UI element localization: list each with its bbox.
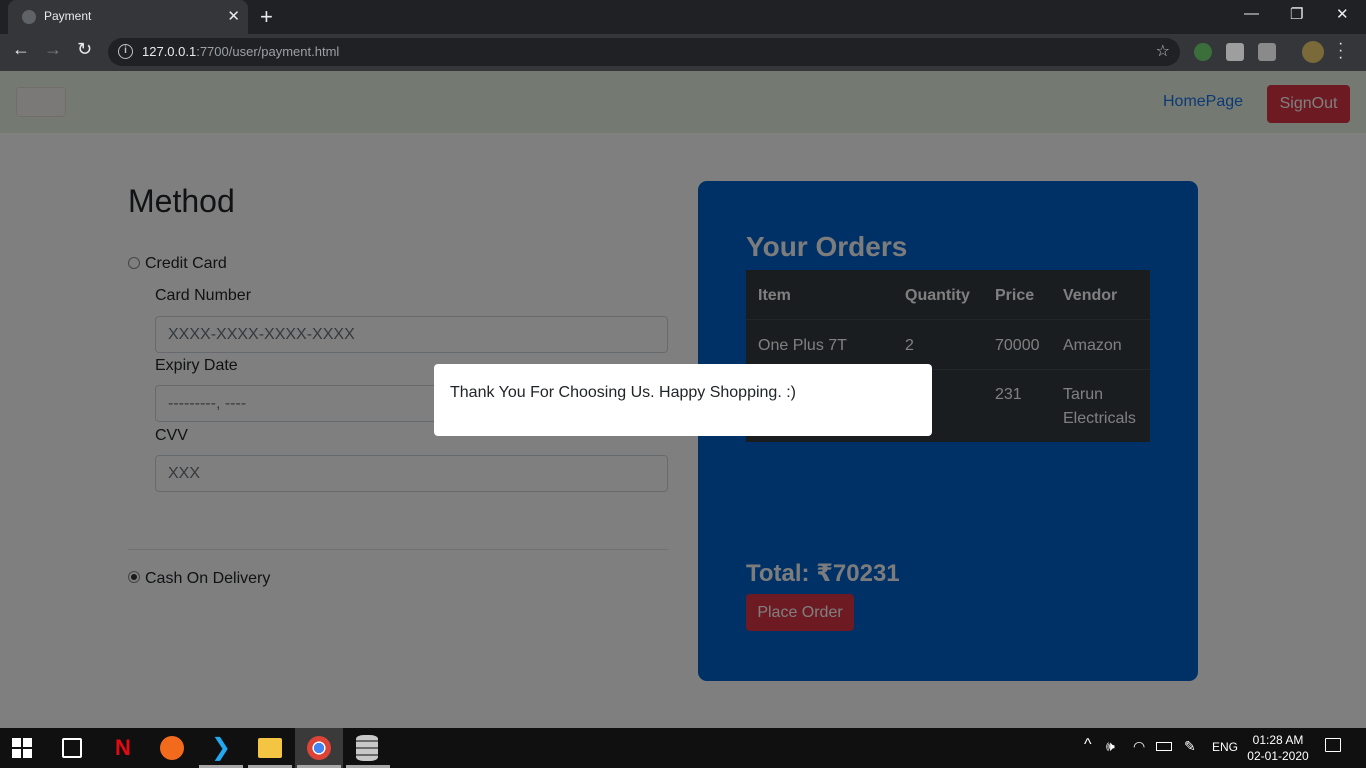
- tab-close-icon[interactable]: ✕: [227, 7, 240, 25]
- system-clock[interactable]: 01:28 AM 02-01-2020: [1244, 732, 1312, 764]
- back-icon[interactable]: ←: [12, 39, 30, 60]
- file-explorer-icon[interactable]: [258, 738, 282, 758]
- clock-date: 02-01-2020: [1247, 749, 1309, 763]
- database-icon[interactable]: [356, 735, 378, 761]
- menu-icon[interactable]: · · ·: [1338, 36, 1343, 66]
- vscode-icon[interactable]: ❯: [208, 735, 234, 761]
- pen-icon[interactable]: ✎: [1184, 738, 1196, 755]
- chrome-icon[interactable]: [307, 736, 331, 760]
- extension-icon[interactable]: [1226, 43, 1244, 61]
- nodejs-extension-icon[interactable]: [1194, 43, 1212, 61]
- task-view-icon[interactable]: [62, 738, 82, 758]
- page-content: HomePage SignOut Method Credit Card Card…: [0, 71, 1366, 728]
- tab-title: Payment: [44, 9, 92, 23]
- forward-icon[interactable]: →: [44, 39, 62, 60]
- language-indicator[interactable]: ENG: [1212, 740, 1238, 754]
- netflix-icon[interactable]: N: [112, 736, 134, 760]
- volume-icon[interactable]: 🕪: [1106, 738, 1115, 755]
- notifications-icon[interactable]: [1325, 738, 1341, 752]
- browser-tabbar: Payment ✕ + — ❐ ✕: [0, 0, 1366, 34]
- battery-icon[interactable]: [1156, 742, 1172, 751]
- clock-time: 01:28 AM: [1252, 733, 1304, 747]
- confirmation-modal: Thank You For Choosing Us. Happy Shoppin…: [434, 364, 932, 436]
- globe-icon: [22, 10, 36, 24]
- browser-tab[interactable]: Payment ✕: [8, 0, 248, 34]
- profile-avatar[interactable]: [1302, 41, 1324, 63]
- address-bar[interactable]: i 127.0.0.1:7700/user/payment.html ☆: [108, 38, 1180, 66]
- modal-message: Thank You For Choosing Us. Happy Shoppin…: [450, 384, 796, 401]
- restore-icon[interactable]: ❐: [1290, 5, 1303, 23]
- wifi-icon[interactable]: ◠: [1133, 738, 1145, 755]
- windows-taskbar: N ❯ ^ 🕪 ◠ ✎ ENG 01:28 AM 02-01-2020: [0, 728, 1366, 768]
- close-window-icon[interactable]: ✕: [1336, 5, 1349, 23]
- chevron-up-icon[interactable]: ^: [1084, 736, 1092, 754]
- reload-icon[interactable]: ↻: [77, 39, 92, 60]
- info-icon[interactable]: i: [118, 44, 133, 59]
- windows-start-icon[interactable]: [12, 738, 32, 758]
- minimize-icon[interactable]: —: [1244, 5, 1259, 22]
- new-tab-icon[interactable]: +: [260, 4, 273, 30]
- extension-k-icon[interactable]: [1258, 43, 1276, 61]
- bookmark-star-icon[interactable]: ☆: [1156, 41, 1170, 61]
- url-text[interactable]: 127.0.0.1:7700/user/payment.html: [142, 44, 339, 59]
- postman-icon[interactable]: [160, 736, 184, 760]
- browser-toolbar: ← → ↻ i 127.0.0.1:7700/user/payment.html…: [0, 34, 1366, 71]
